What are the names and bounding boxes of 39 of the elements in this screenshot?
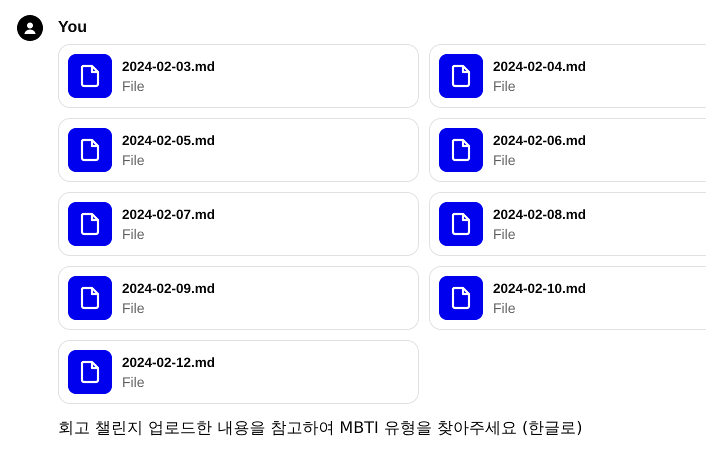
author-name: You — [58, 19, 88, 37]
file-name: 2024-02-04.md — [493, 58, 586, 74]
file-type: File — [493, 152, 517, 168]
file-icon — [68, 54, 112, 98]
file-name: 2024-02-10.md — [493, 280, 586, 296]
file-name: 2024-02-05.md — [122, 132, 216, 148]
file-attachment-card[interactable]: 2024-02-06.md File — [429, 118, 706, 182]
file-type: File — [122, 374, 146, 390]
file-attachment-card[interactable]: 2024-02-05.md File — [58, 118, 419, 182]
file-name: 2024-02-06.md — [493, 132, 586, 148]
file-type: File — [122, 300, 146, 316]
file-type: File — [493, 300, 517, 316]
file-icon — [439, 202, 483, 246]
file-attachment-card[interactable]: 2024-02-04.md File — [429, 44, 706, 108]
user-avatar-icon — [17, 15, 43, 41]
file-attachment-card[interactable]: 2024-02-09.md File — [58, 266, 419, 330]
file-icon — [439, 128, 483, 172]
file-attachment-card[interactable]: 2024-02-10.md File — [429, 266, 706, 330]
file-attachment-card[interactable]: 2024-02-12.md File — [58, 340, 419, 404]
file-attachment-card[interactable]: 2024-02-03.md File — [58, 44, 419, 108]
file-attachment-card[interactable]: 2024-02-07.md File — [58, 192, 419, 256]
file-name: 2024-02-12.md — [122, 354, 216, 370]
file-attachment-card[interactable]: 2024-02-08.md File — [429, 192, 706, 256]
file-name: 2024-02-03.md — [122, 58, 216, 74]
file-type: File — [122, 226, 146, 242]
file-name: 2024-02-08.md — [493, 206, 586, 222]
file-icon — [68, 350, 112, 394]
message-text: 회고 챌린지 업로드한 내용을 참고하여 MBTI 유형을 찾아주세요 (한글로) — [58, 418, 584, 439]
file-name: 2024-02-09.md — [122, 280, 216, 296]
file-type: File — [122, 78, 146, 94]
file-type: File — [493, 78, 517, 94]
file-type: File — [122, 152, 146, 168]
file-icon — [439, 54, 483, 98]
file-icon — [68, 202, 112, 246]
file-icon — [439, 276, 483, 320]
file-name: 2024-02-07.md — [122, 206, 216, 222]
file-icon — [68, 276, 112, 320]
file-icon — [68, 128, 112, 172]
file-type: File — [493, 226, 517, 242]
